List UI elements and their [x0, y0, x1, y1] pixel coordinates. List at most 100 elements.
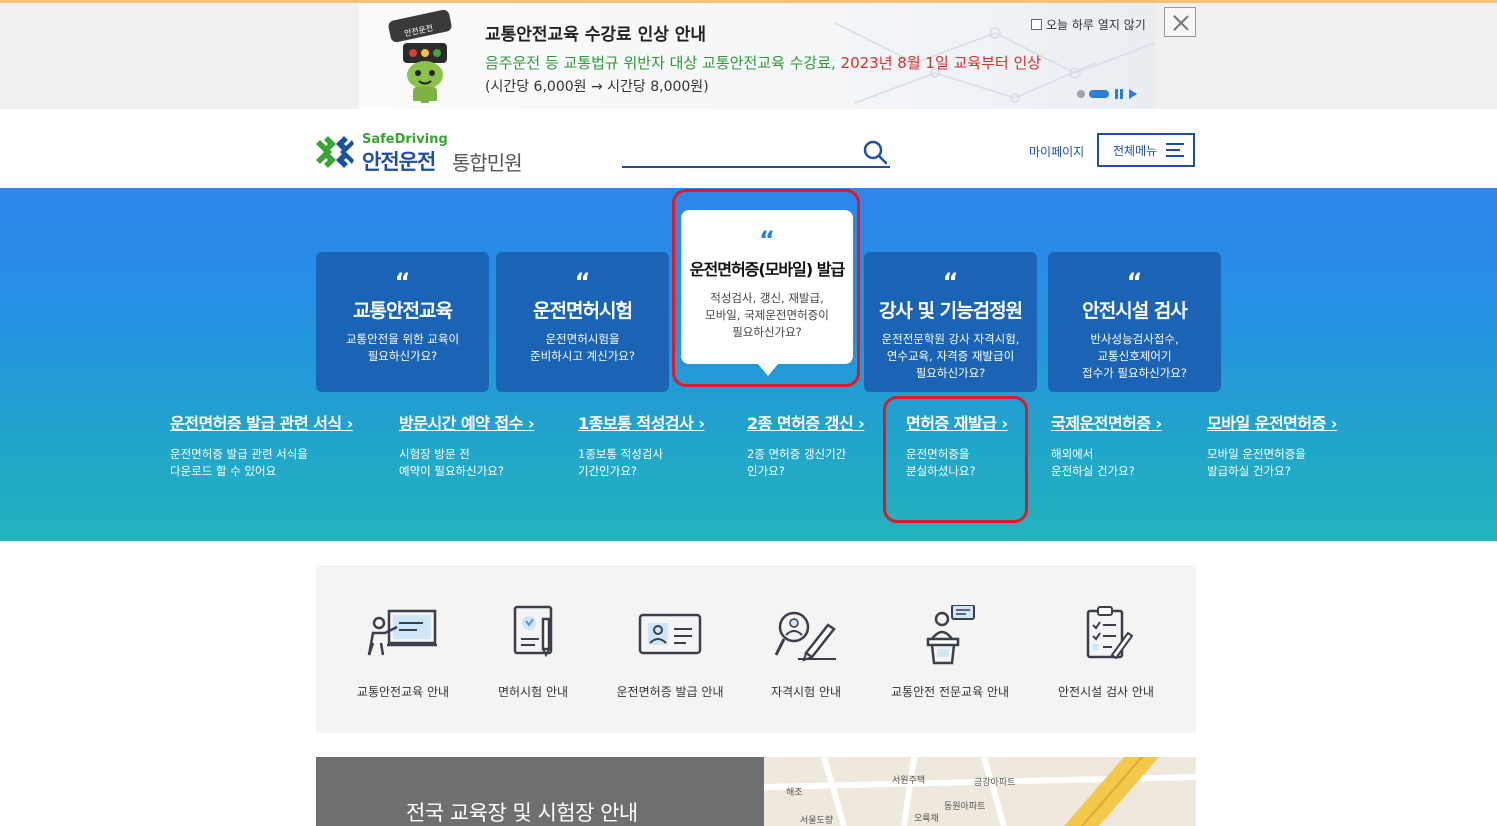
slide-dot[interactable]: [1077, 90, 1085, 98]
link-title: 운전면허증 발급 관련 서식 ›: [170, 414, 353, 433]
link-description: 1종보통 적성검사 기간인가요?: [578, 447, 664, 478]
quick-item-safety-inspection[interactable]: 안전시설 검사 안내: [1036, 605, 1176, 700]
certificate-search-icon: [774, 611, 836, 662]
mascot-image: 안전운전: [388, 9, 452, 106]
hero-section: “ 교통안전교육 교통안전을 위한 교육이 필요하신가요? “ 운전면허시험 운…: [0, 188, 1497, 541]
map-label: 해조: [786, 787, 803, 798]
link-description: 모바일 운전면허증을 발급하실 건가요?: [1207, 447, 1306, 478]
link-description: 시험장 방문 전 예약이 필요하신가요?: [399, 447, 504, 478]
link-mobile-license[interactable]: 모바일 운전면허증 › 모바일 운전면허증을 발급하실 건가요?: [1207, 410, 1338, 480]
card-instructor-examiner[interactable]: “ 강사 및 기능검정원 운전전문학원 강사 자격시험, 연수교육, 자격증 재…: [864, 252, 1037, 392]
search-input[interactable]: [622, 137, 852, 165]
link-description: 해외에서 운전하실 건가요?: [1051, 447, 1135, 478]
card-title: 안전시설 검사: [1082, 300, 1188, 322]
link-title-text: 모바일 운전면허증: [1207, 414, 1326, 433]
quick-item-label: 교통안전교육 안내: [356, 685, 450, 699]
highlight-box-reissue-link: [883, 396, 1028, 523]
map-label: 서원주택: [892, 775, 925, 786]
quick-menu: 교통안전교육 안내 면허시험 안내 운전면허증 발급 안내 자격시험 안내 교통…: [316, 565, 1196, 733]
link-title: 1종보통 적성검사 ›: [578, 414, 705, 433]
quick-item-license-issue[interactable]: 운전면허증 발급 안내: [600, 605, 740, 700]
checklist-icon: [1086, 606, 1134, 660]
link-title-text: 방문시간 예약 접수: [399, 414, 523, 433]
link-license-renewal[interactable]: 2종 면허증 갱신 › 2종 면허증 갱신기간 인가요?: [747, 410, 865, 480]
play-icon[interactable]: [1129, 89, 1137, 99]
quick-item-label: 교통안전 전문교육 안내: [890, 685, 1010, 699]
lecturer-podium-icon: [926, 605, 975, 665]
clover-logo-icon: [316, 136, 354, 168]
link-international-license[interactable]: 국제운전면허증 › 해외에서 운전하실 건가요?: [1051, 410, 1162, 480]
logo-english-text: SafeDriving: [362, 132, 448, 147]
map-label: 금강아파트: [974, 777, 1015, 788]
link-title: 방문시간 예약 접수 ›: [399, 414, 535, 433]
quick-item-license-exam[interactable]: 면허시험 안내: [463, 605, 603, 700]
banner-price-info: (시간당 6,000원 → 시간당 8,000원): [485, 79, 709, 95]
card-safety-facility-inspection[interactable]: “ 안전시설 검사 반사성능검사접수, 교통신호제어기 접수가 필요하신가요?: [1048, 252, 1221, 392]
link-visit-reservation[interactable]: 방문시간 예약 접수 › 시험장 방문 전 예약이 필요하신가요?: [399, 410, 535, 480]
quick-item-label: 운전면허증 발급 안내: [616, 685, 724, 699]
banner-subtitle: 음주운전 등 교통법규 위반자 대상 교통안전교육 수강료, 2023년 8월 …: [485, 52, 1041, 73]
card-description: 교통안전을 위한 교육이 필요하신가요?: [345, 332, 460, 363]
link-title: 모바일 운전면허증 ›: [1207, 414, 1338, 433]
banner-close-button[interactable]: [1164, 7, 1196, 37]
teacher-board-icon: [367, 609, 437, 656]
card-description: 운전면허시험을 준비하시고 계신가요?: [530, 332, 635, 363]
map-preview[interactable]: 서원주택 금강아파트 동원아파트 오륙채 해조 서울도량: [764, 757, 1196, 826]
quote-icon: “: [942, 268, 959, 296]
card-title: 운전면허시험: [533, 300, 633, 322]
dont-show-today-label: 오늘 하루 열지 않기: [1046, 18, 1146, 32]
link-title: 2종 면허증 갱신 ›: [747, 414, 865, 433]
all-menu-button[interactable]: 전체메뉴: [1097, 133, 1195, 167]
hamburger-icon: [1166, 143, 1184, 157]
quick-item-label: 자격시험 안내: [770, 685, 842, 699]
quote-icon: “: [1126, 268, 1143, 296]
dont-show-today-checkbox[interactable]: 오늘 하루 열지 않기: [1031, 16, 1146, 33]
link-title: 국제운전면허증 ›: [1051, 414, 1162, 433]
link-description: 2종 면허증 갱신기간 인가요?: [747, 447, 847, 478]
checkbox-box[interactable]: [1031, 19, 1042, 30]
card-description: 반사성능검사접수, 교통신호제어기 접수가 필요하신가요?: [1082, 332, 1187, 380]
slide-dot-active[interactable]: [1089, 90, 1109, 98]
exam-paper-icon: [513, 605, 553, 658]
logo-main-text: 안전운전: [362, 150, 436, 174]
pause-icon[interactable]: [1115, 89, 1124, 99]
highlight-box-featured-card: [672, 189, 860, 387]
link-aptitude-test[interactable]: 1종보통 적성검사 › 1종보통 적성검사 기간인가요?: [578, 410, 705, 480]
education-center-guide[interactable]: 전국 교육장 및 시험장 안내: [316, 757, 764, 826]
notice-banner: 안전운전 교통안전교육 수강료 인상 안내 음주운전 등 교통법규 위반자 대상…: [0, 3, 1497, 109]
quote-icon: “: [394, 268, 411, 296]
quote-icon: “: [574, 268, 591, 296]
banner-subtitle-text: 음주운전 등 교통법규 위반자 대상 교통안전교육 수강료,: [485, 54, 841, 72]
map-label: 동원아파트: [944, 801, 985, 812]
banner-subtitle-date: 2023년 8월 1일 교육부터 인상: [840, 54, 1042, 72]
quick-item-traffic-education[interactable]: 교통안전교육 안내: [333, 605, 473, 700]
banner-slider-controls: [1077, 88, 1147, 100]
site-logo[interactable]: SafeDriving 안전운전 통합민원: [316, 132, 546, 175]
search-bar: [622, 137, 890, 168]
search-icon[interactable]: [862, 139, 888, 165]
link-title-text: 국제운전면허증: [1051, 414, 1151, 433]
card-title: 강사 및 기능검정원: [878, 300, 1023, 322]
mypage-link[interactable]: 마이페이지: [1029, 143, 1084, 160]
map-label: 서울도량: [800, 814, 833, 826]
card-description: 운전전문학원 강사 자격시험, 연수교육, 자격증 재발급이 필요하신가요?: [881, 332, 1020, 380]
link-title-text: 2종 면허증 갱신: [747, 414, 854, 433]
id-card-icon: [638, 613, 702, 655]
banner-title: 교통안전교육 수강료 인상 안내: [485, 25, 707, 45]
link-title-text: 1종보통 적성검사: [578, 414, 694, 433]
all-menu-label: 전체메뉴: [1113, 143, 1158, 158]
quick-item-qualification-exam[interactable]: 자격시험 안내: [736, 605, 876, 700]
card-title: 교통안전교육: [353, 300, 453, 322]
link-title-text: 운전면허증 발급 관련 서식: [170, 414, 342, 433]
link-description: 운전면허증 발급 관련 서식을 다운로드 할 수 있어요: [170, 447, 308, 478]
quick-item-label: 안전시설 검사 안내: [1058, 685, 1154, 699]
map-label: 오륙채: [914, 813, 939, 824]
card-license-exam[interactable]: “ 운전면허시험 운전면허시험을 준비하시고 계신가요?: [496, 252, 669, 392]
logo-sub-text: 통합민원: [452, 151, 523, 175]
map-image: 서원주택 금강아파트 동원아파트 오륙채 해조 서울도량: [764, 757, 1196, 826]
quick-item-label: 면허시험 안내: [497, 685, 569, 699]
quick-item-professional-education[interactable]: 교통안전 전문교육 안내: [880, 605, 1020, 700]
link-license-forms[interactable]: 운전면허증 발급 관련 서식 › 운전면허증 발급 관련 서식을 다운로드 할 …: [170, 410, 353, 480]
education-center-guide-title: 전국 교육장 및 시험장 안내: [406, 801, 638, 825]
card-traffic-education[interactable]: “ 교통안전교육 교통안전을 위한 교육이 필요하신가요?: [316, 252, 489, 392]
